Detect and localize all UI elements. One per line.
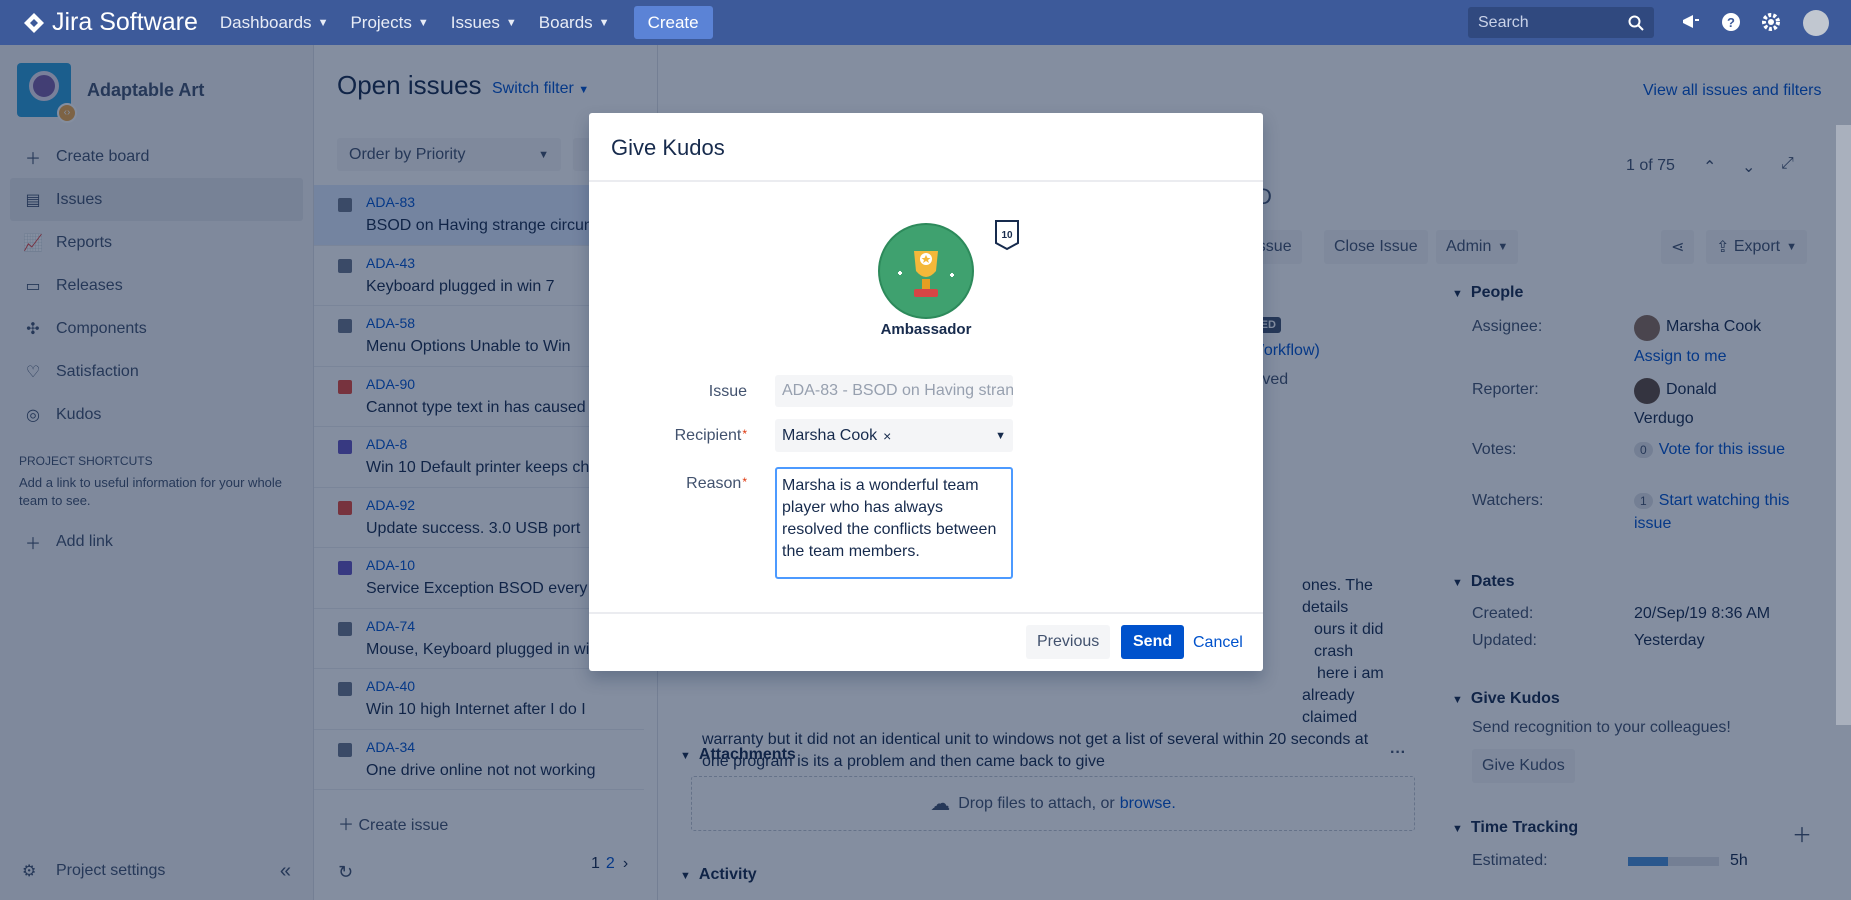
top-navigation: Jira Software Dashboards ▼ Projects ▼ Issu… [0, 0, 1851, 45]
nav-boards[interactable]: Boards ▼ [539, 13, 610, 33]
gear-icon[interactable] [1760, 11, 1782, 33]
reason-field-label: Reason* [627, 475, 747, 493]
reason-textarea[interactable]: Marsha is a wonderful team player who ha… [775, 467, 1013, 579]
chevron-down-icon: ▼ [317, 16, 329, 29]
nav-issues[interactable]: Issues ▼ [451, 13, 517, 33]
remove-recipient-icon[interactable]: × [883, 428, 891, 444]
help-icon[interactable]: ? [1720, 11, 1742, 33]
nav-label: Projects [350, 12, 412, 32]
search-input[interactable]: Search [1468, 7, 1654, 38]
issue-label-text: Issue [708, 383, 747, 400]
chevron-down-icon: ▼ [598, 16, 610, 29]
chevron-down-icon[interactable]: ▼ [995, 430, 1006, 442]
dialog-divider [589, 180, 1263, 182]
svg-text:?: ? [1727, 15, 1735, 30]
badge-count-icon: 10 [995, 220, 1019, 251]
recipient-label-text: Recipient [674, 427, 742, 444]
send-button[interactable]: Send [1121, 625, 1185, 659]
nav-label: Issues [450, 12, 500, 32]
product-name: Jira Software [52, 8, 198, 36]
trophy-badge-icon [878, 223, 974, 319]
recipient-select[interactable]: Marsha Cook × ▼ [775, 419, 1013, 452]
recipient-field-label: Recipient* [627, 427, 747, 445]
recipient-chip: Marsha Cook × [782, 427, 891, 445]
nav-dashboards[interactable]: Dashboards ▼ [220, 13, 329, 33]
nav-projects[interactable]: Projects ▼ [350, 13, 428, 33]
required-marker: * [742, 427, 747, 441]
give-kudos-dialog: Give Kudos 10 Ambassador Issue ADA-83 - … [589, 113, 1263, 671]
megaphone-icon[interactable] [1680, 11, 1702, 33]
recipient-name: Marsha Cook [782, 426, 878, 444]
page-scrollbar[interactable] [1836, 125, 1851, 725]
chevron-down-icon: ▼ [417, 16, 429, 29]
issue-field: ADA-83 - BSOD on Having strange circumst… [775, 375, 1013, 407]
user-avatar[interactable] [1803, 10, 1829, 36]
reason-label-text: Reason [686, 475, 742, 492]
create-button[interactable]: Create [633, 6, 713, 39]
chevron-down-icon: ▼ [505, 16, 517, 29]
jira-logo[interactable]: Jira Software [22, 8, 198, 37]
search-icon [1628, 15, 1644, 31]
nav-label: Dashboards [219, 12, 312, 32]
dialog-title: Give Kudos [611, 135, 725, 160]
dialog-divider [589, 612, 1263, 614]
badge-count: 10 [1001, 230, 1013, 241]
cancel-button[interactable]: Cancel [1193, 634, 1243, 652]
jira-logo-icon [24, 12, 44, 33]
issue-field-label: Issue [627, 383, 747, 401]
previous-button[interactable]: Previous [1026, 625, 1111, 659]
required-marker: * [742, 475, 747, 489]
badge-name: Ambassador [880, 321, 972, 338]
nav-label: Boards [538, 12, 593, 32]
search-placeholder: Search [1478, 13, 1529, 31]
